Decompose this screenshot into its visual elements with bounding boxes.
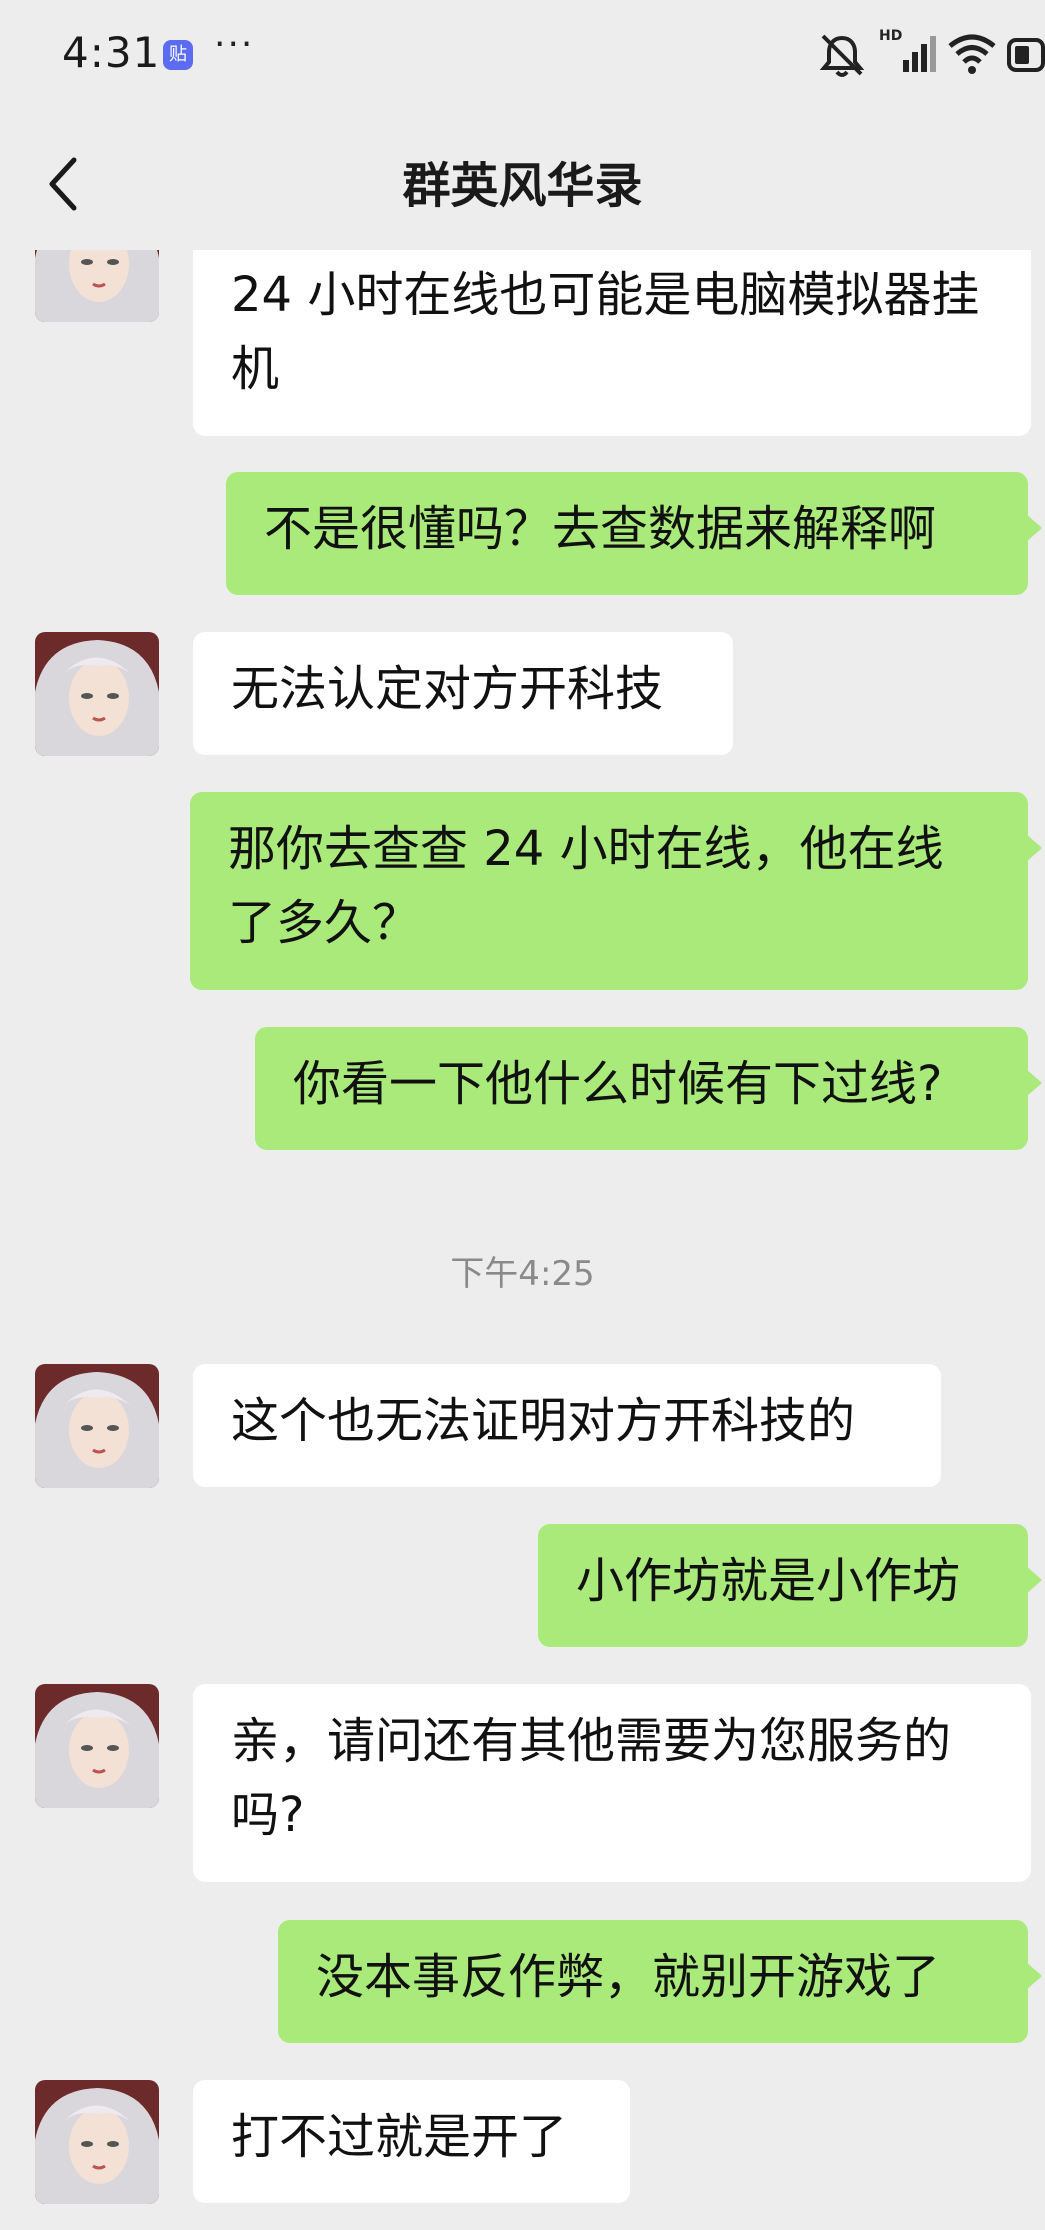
status-bar: 4:31 贴 ··· HD — [0, 0, 1045, 110]
message-bubble-sent[interactable]: 不是很懂吗？去查数据来解释啊 — [226, 472, 1042, 595]
cellular-signal-icon: HD — [879, 28, 936, 72]
mute-bell-icon — [819, 34, 865, 77]
contact-avatar[interactable] — [35, 2080, 159, 2204]
avatar-portrait-icon — [35, 632, 159, 756]
status-time: 4:31 — [62, 28, 161, 77]
contact-avatar[interactable] — [35, 632, 159, 756]
contact-avatar[interactable] — [35, 1684, 159, 1808]
message-bubble-received[interactable]: 亲，请问还有其他需要为您服务的吗? — [193, 1684, 1031, 1882]
notification-badge-icon: 贴 — [163, 40, 193, 70]
svg-text:HD: HD — [879, 28, 902, 44]
chat-messages[interactable]: 24 小时在线也可能是电脑模拟器挂机 不是很懂吗？去查数据来解释啊 无法认定对方… — [0, 250, 1045, 2230]
avatar-portrait-icon — [35, 250, 159, 322]
avatar-portrait-icon — [35, 1684, 159, 1808]
message-bubble-sent[interactable]: 你看一下他什么时候有下过线? — [255, 1027, 1042, 1150]
message-bubble-received[interactable]: 24 小时在线也可能是电脑模拟器挂机 — [193, 250, 1031, 436]
contact-avatar[interactable] — [35, 250, 159, 322]
message-bubble-sent[interactable]: 没本事反作弊，就别开游戏了 — [278, 1920, 1042, 2043]
message-bubble-sent[interactable]: 那你去查查 24 小时在线，他在线了多久？ — [190, 792, 1042, 990]
avatar-portrait-icon — [35, 1364, 159, 1488]
battery-icon — [1007, 38, 1045, 72]
status-icons: HD — [805, 28, 1045, 80]
wifi-icon — [948, 34, 996, 74]
message-timestamp: 下午4:25 — [450, 1254, 595, 1294]
chat-title: 群英风华录 — [402, 158, 643, 214]
avatar-portrait-icon — [35, 2080, 159, 2204]
message-bubble-received[interactable]: 这个也无法证明对方开科技的 — [193, 1364, 941, 1487]
message-bubble-received[interactable]: 打不过就是开了 — [193, 2080, 630, 2203]
chat-header: 群英风华录 — [0, 110, 1045, 250]
contact-avatar[interactable] — [35, 1364, 159, 1488]
message-bubble-sent[interactable]: 小作坊就是小作坊 — [538, 1524, 1042, 1647]
more-notifications-icon: ··· — [214, 24, 255, 65]
message-bubble-received[interactable]: 无法认定对方开科技 — [193, 632, 733, 755]
